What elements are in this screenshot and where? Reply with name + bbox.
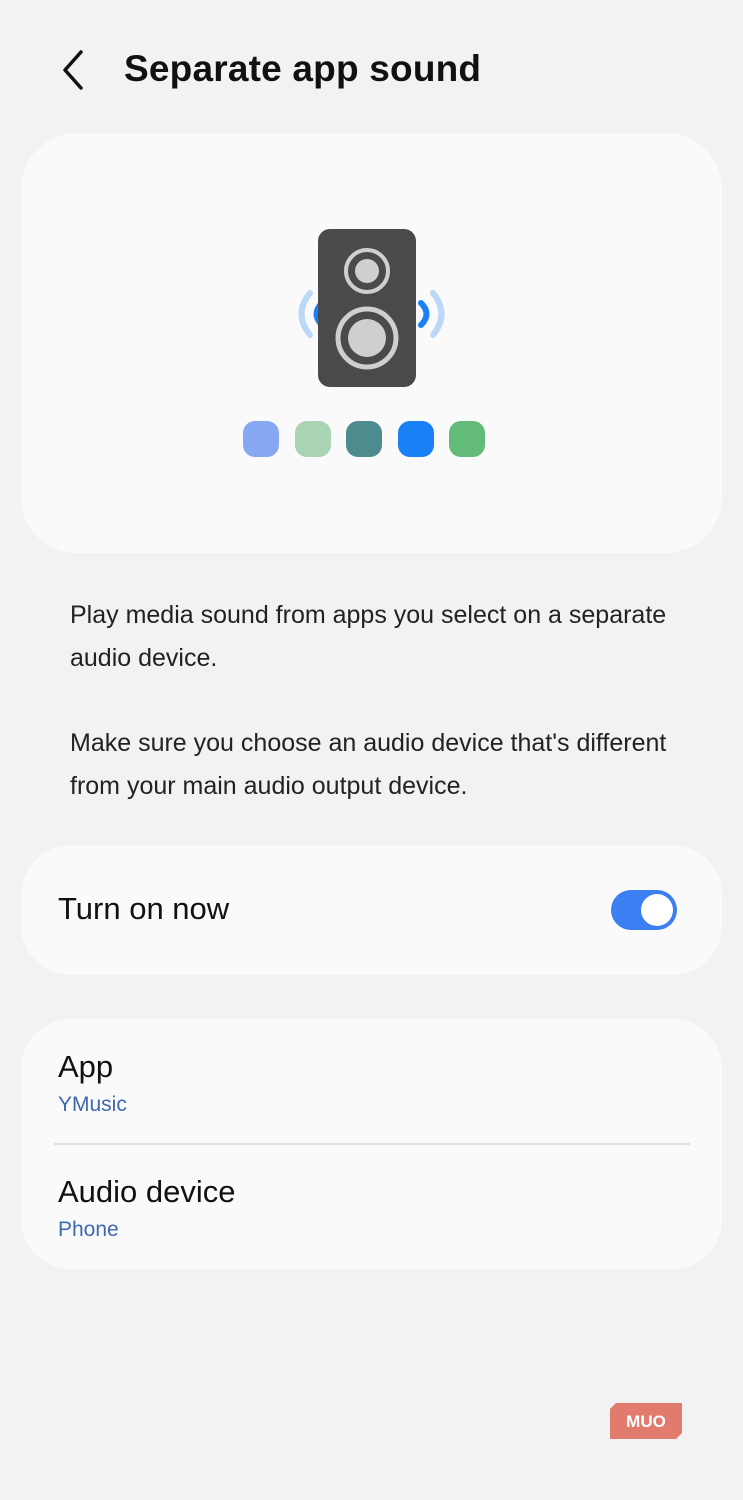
speaker-icon <box>318 229 416 387</box>
toggle-label: Turn on now <box>58 891 230 926</box>
audio-device-setting-row[interactable]: Audio device Phone <box>21 1145 722 1269</box>
app-value: YMusic <box>58 1093 127 1116</box>
app-dot <box>346 421 382 457</box>
back-button[interactable] <box>46 42 102 98</box>
description-paragraph: Play media sound from apps you select on… <box>70 601 667 672</box>
app-dot <box>243 421 279 457</box>
speaker-illustration <box>243 229 485 457</box>
muo-watermark-logo: MUO <box>610 1403 682 1439</box>
page-title: Separate app sound <box>124 48 482 89</box>
description-paragraph: Make sure you choose an audio device tha… <box>70 729 667 800</box>
chevron-left-icon <box>63 50 83 90</box>
turn-on-now-row[interactable]: Turn on now <box>21 845 722 975</box>
audio-device-value: Phone <box>58 1218 119 1241</box>
hero-card <box>21 133 722 553</box>
app-title: App <box>58 1049 114 1084</box>
app-dot <box>398 421 434 457</box>
turn-on-toggle[interactable] <box>611 890 677 930</box>
settings-card: App YMusic Audio device Phone <box>21 1019 722 1269</box>
app-dot <box>295 421 331 457</box>
app-setting-row[interactable]: App YMusic <box>21 1019 722 1143</box>
toggle-knob <box>641 894 673 926</box>
description: Play media sound from apps you select on… <box>70 594 670 850</box>
svg-text:MUO: MUO <box>626 1412 666 1431</box>
app-header: Separate app sound <box>0 0 743 140</box>
audio-device-title: Audio device <box>58 1174 236 1209</box>
sound-waves-right-icon <box>418 290 445 338</box>
app-dot <box>449 421 485 457</box>
